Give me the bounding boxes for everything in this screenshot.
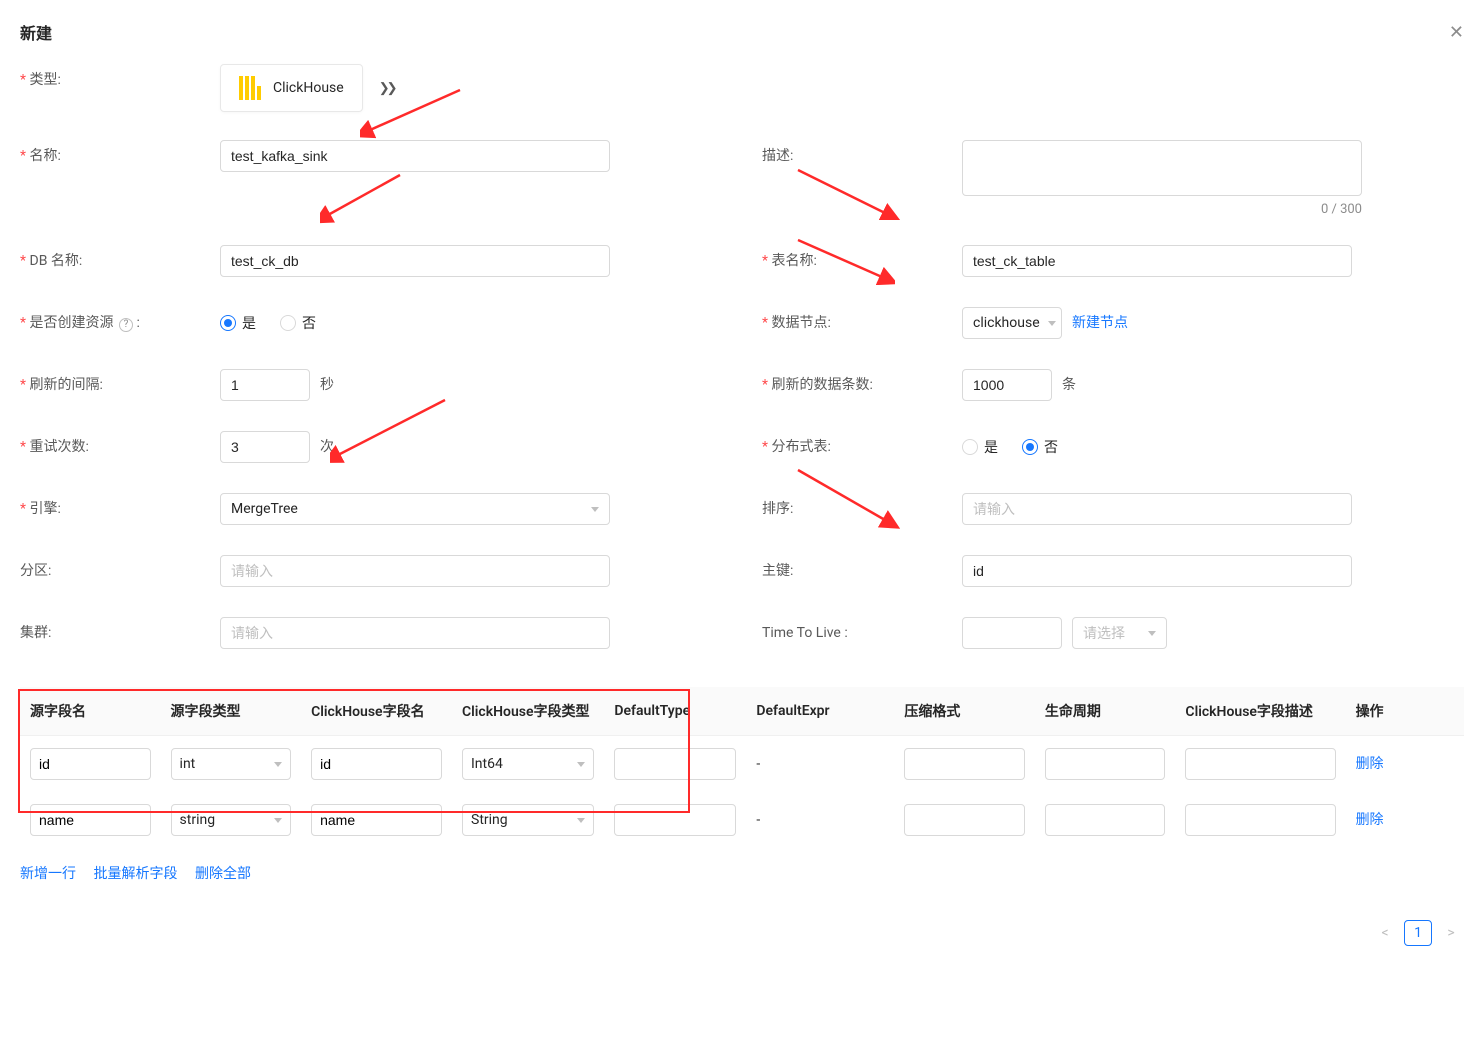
pager-next[interactable]: > xyxy=(1438,920,1464,946)
distributed-no-radio[interactable]: 否 xyxy=(1022,437,1058,457)
compress-input[interactable] xyxy=(904,748,1025,780)
label-partition: 分区: xyxy=(20,555,220,587)
src-type-select[interactable]: int xyxy=(171,748,292,780)
compress-input[interactable] xyxy=(904,804,1025,836)
label-tablename: 表名称: xyxy=(762,245,962,277)
label-primarykey: 主键: xyxy=(762,555,962,587)
label-sort: 排序: xyxy=(762,493,962,525)
src-name-input[interactable] xyxy=(30,804,151,836)
label-refresh-interval: 刷新的间隔: xyxy=(20,369,220,401)
dialog-title: 新建 xyxy=(20,20,52,44)
pager-page-1[interactable]: 1 xyxy=(1404,920,1432,946)
sort-input[interactable] xyxy=(962,493,1352,525)
refresh-interval-input[interactable] xyxy=(220,369,310,401)
delete-all-link[interactable]: 删除全部 xyxy=(195,866,251,882)
unit-sec: 秒 xyxy=(320,369,334,401)
unit-times: 次 xyxy=(320,431,334,463)
lifecycle-input[interactable] xyxy=(1045,804,1166,836)
th-srcname: 源字段名 xyxy=(20,687,161,736)
th-lifecycle: 生命周期 xyxy=(1035,687,1176,736)
delete-row-link[interactable]: 删除 xyxy=(1356,812,1384,828)
ch-name-input[interactable] xyxy=(311,804,442,836)
label-name: 名称: xyxy=(20,140,220,172)
ttl-value-input[interactable] xyxy=(962,617,1062,649)
table-row: string String - 删除 xyxy=(20,792,1464,848)
defexpr-cell: - xyxy=(746,736,894,793)
lifecycle-input[interactable] xyxy=(1045,748,1166,780)
clickhouse-logo-icon xyxy=(239,76,261,100)
deftype-input[interactable] xyxy=(614,804,736,836)
label-createres: 是否创建资源 ? : xyxy=(20,307,220,339)
batch-parse-link[interactable]: 批量解析字段 xyxy=(93,866,177,882)
th-chtype: ClickHouse字段类型 xyxy=(452,687,604,736)
desc-counter: 0 / 300 xyxy=(962,202,1362,217)
name-input[interactable] xyxy=(220,140,610,172)
primarykey-input[interactable] xyxy=(962,555,1352,587)
chevron-down-icon xyxy=(591,507,599,512)
add-row-link[interactable]: 新增一行 xyxy=(20,866,76,882)
new-node-link[interactable]: 新建节点 xyxy=(1072,307,1128,339)
label-distributed: 分布式表: xyxy=(762,431,962,463)
th-deftype: DefaultType xyxy=(604,687,746,736)
ch-name-input[interactable] xyxy=(311,748,442,780)
label-dbname: DB 名称: xyxy=(20,245,220,277)
partition-input[interactable] xyxy=(220,555,610,587)
label-datanode: 数据节点: xyxy=(762,307,962,339)
th-chname: ClickHouse字段名 xyxy=(301,687,452,736)
chevron-down-icon xyxy=(1148,631,1156,636)
label-ttl: Time To Live : xyxy=(762,617,962,649)
th-defexpr: DefaultExpr xyxy=(746,687,894,736)
chevron-down-icon xyxy=(1048,321,1056,326)
refresh-count-input[interactable] xyxy=(962,369,1052,401)
ch-type-select[interactable]: String xyxy=(462,804,594,836)
th-ops: 操作 xyxy=(1346,687,1464,736)
ch-type-select[interactable]: Int64 xyxy=(462,748,594,780)
label-retry: 重试次数: xyxy=(20,431,220,463)
src-name-input[interactable] xyxy=(30,748,151,780)
label-refresh-count: 刷新的数据条数: xyxy=(762,369,962,401)
dbname-input[interactable] xyxy=(220,245,610,277)
deftype-input[interactable] xyxy=(614,748,736,780)
createres-no-radio[interactable]: 否 xyxy=(280,313,316,333)
th-compress: 压缩格式 xyxy=(894,687,1035,736)
retry-input[interactable] xyxy=(220,431,310,463)
th-chdesc: ClickHouse字段描述 xyxy=(1175,687,1345,736)
tablename-input[interactable] xyxy=(962,245,1352,277)
label-desc: 描述: xyxy=(762,140,962,172)
chdesc-input[interactable] xyxy=(1185,804,1335,836)
table-row: int Int64 - 删除 xyxy=(20,736,1464,793)
delete-row-link[interactable]: 删除 xyxy=(1356,756,1384,772)
label-cluster: 集群: xyxy=(20,617,220,649)
field-mapping-table: 源字段名 源字段类型 ClickHouse字段名 ClickHouse字段类型 … xyxy=(20,687,1464,848)
label-type: 类型: xyxy=(20,64,220,96)
distributed-yes-radio[interactable]: 是 xyxy=(962,437,998,457)
type-name: ClickHouse xyxy=(273,80,344,96)
th-srctype: 源字段类型 xyxy=(161,687,302,736)
type-selector[interactable]: ClickHouse xyxy=(220,64,363,112)
chdesc-input[interactable] xyxy=(1185,748,1335,780)
ttl-unit-select[interactable]: 请选择 xyxy=(1072,617,1167,649)
expand-icon[interactable]: ❯❯ xyxy=(379,81,395,96)
defexpr-cell: - xyxy=(746,792,894,848)
pager-prev[interactable]: < xyxy=(1372,920,1398,946)
datanode-select[interactable]: clickhouse xyxy=(962,307,1062,339)
createres-yes-radio[interactable]: 是 xyxy=(220,313,256,333)
cluster-input[interactable] xyxy=(220,617,610,649)
desc-textarea[interactable] xyxy=(962,140,1362,196)
close-icon[interactable]: ✕ xyxy=(1449,22,1464,43)
help-icon[interactable]: ? xyxy=(119,318,133,332)
label-engine: 引擎: xyxy=(20,493,220,525)
unit-count: 条 xyxy=(1062,369,1076,401)
src-type-select[interactable]: string xyxy=(171,804,292,836)
engine-select[interactable]: MergeTree xyxy=(220,493,610,525)
